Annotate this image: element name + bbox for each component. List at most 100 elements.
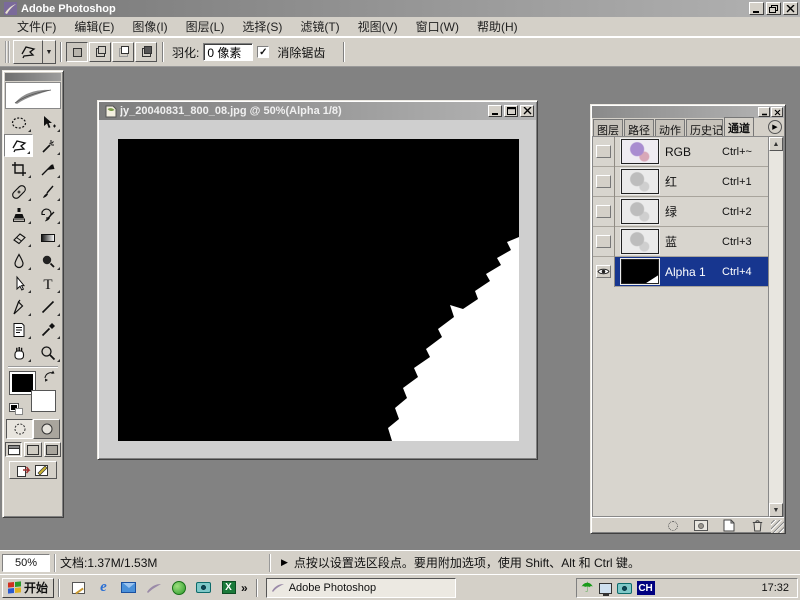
menu-filter[interactable]: 滤镜(T) [291,16,348,37]
save-selection-as-channel-button[interactable] [692,519,710,532]
tool-line[interactable] [33,295,62,318]
tool-clone-stamp[interactable] [4,203,33,226]
tool-gradient[interactable] [33,226,62,249]
scroll-down-button[interactable]: ▼ [769,503,783,517]
tab-actions[interactable]: 动作 [655,119,685,136]
quick-launch-more-button[interactable]: » [241,581,248,595]
palette-minimize-button[interactable] [758,107,770,117]
visibility-toggle[interactable] [593,197,615,227]
palette-close-button[interactable] [771,107,783,117]
new-channel-button[interactable] [720,519,738,532]
photoshop-task-button[interactable]: Adobe Photoshop [266,578,456,598]
tool-zoom[interactable] [33,341,62,364]
document-close-button[interactable] [520,105,534,117]
feather-input[interactable] [203,43,253,61]
start-button[interactable]: 开始 [2,578,54,598]
tool-type[interactable]: T [33,272,62,295]
jump-to-imageready-button[interactable] [9,461,57,479]
adobe-feather-logo[interactable] [5,82,61,109]
tool-hand[interactable] [4,341,33,364]
options-bar-grip[interactable] [5,41,10,63]
tab-paths[interactable]: 路径 [624,119,654,136]
internet-explorer-icon[interactable]: e [95,580,112,596]
antialias-checkbox[interactable]: ✓ [257,46,269,58]
tray-camera-icon[interactable] [617,583,632,594]
channel-row-blue[interactable]: 蓝 Ctrl+3 [593,227,768,257]
tab-channels[interactable]: 通道 [724,117,754,136]
document-minimize-button[interactable] [488,105,502,117]
tool-magic-wand[interactable] [33,134,62,157]
menu-view[interactable]: 视图(V) [349,16,407,37]
scroll-up-button[interactable]: ▲ [769,137,783,151]
add-selection-mode-button[interactable] [89,42,111,62]
zoom-level-field[interactable]: 50% [2,554,50,572]
menu-file[interactable]: 文件(F) [8,16,65,37]
menu-window[interactable]: 窗口(W) [407,16,468,37]
palette-title-bar[interactable] [592,106,784,118]
channel-row-green[interactable]: 绿 Ctrl+2 [593,197,768,227]
menu-layer[interactable]: 图层(L) [177,16,234,37]
media-player-icon[interactable] [170,580,187,596]
input-method-indicator[interactable]: CH [637,581,655,595]
document-maximize-button[interactable] [504,105,518,117]
background-color-swatch[interactable] [32,391,55,411]
tab-layers[interactable]: 图层 [593,119,623,136]
fullscreen-menubar-mode-button[interactable] [24,442,41,457]
tool-move[interactable] [33,111,62,134]
status-arrow-icon[interactable]: ▶ [281,557,288,568]
tool-healing-brush[interactable] [4,180,33,203]
channel-row-rgb[interactable]: RGB Ctrl+~ [593,137,768,167]
delete-channel-button[interactable] [748,519,766,532]
palette-resize-grip[interactable] [771,520,784,533]
menu-help[interactable]: 帮助(H) [468,16,527,37]
tool-pen[interactable] [4,295,33,318]
subtract-selection-mode-button[interactable] [112,42,134,62]
channel-row-red[interactable]: 红 Ctrl+1 [593,167,768,197]
tool-brush[interactable] [33,180,62,203]
tool-dodge[interactable] [33,249,62,272]
minimize-button[interactable] [749,2,764,15]
outlook-express-icon[interactable] [120,580,137,596]
menu-image[interactable]: 图像(I) [123,16,176,37]
tool-notes[interactable] [4,318,33,341]
document-title-bar[interactable]: jy_20040831_800_08.jpg @ 50%(Alpha 1/8) [99,102,536,120]
tool-eyedropper[interactable] [33,318,62,341]
swap-colors-icon[interactable] [43,370,56,382]
visibility-toggle[interactable] [593,167,615,197]
tool-path-selection[interactable] [4,272,33,295]
standard-mode-button[interactable] [6,419,33,439]
network-computer-icon[interactable] [599,583,612,594]
channel-row-alpha1[interactable]: Alpha 1 Ctrl+4 [593,257,768,287]
visibility-toggle[interactable] [593,137,615,167]
menu-select[interactable]: 选择(S) [233,16,291,37]
load-selection-button[interactable] [664,519,682,532]
active-tool-preview[interactable]: ▼ [13,40,56,64]
toolbox-drag-handle[interactable] [5,73,61,81]
palette-menu-button[interactable]: ▶ [768,120,782,134]
tool-eraser[interactable] [4,226,33,249]
tool-slice[interactable] [33,157,62,180]
menu-edit[interactable]: 编辑(E) [65,16,123,37]
tab-history[interactable]: 历史记 [686,119,723,136]
fullscreen-mode-button[interactable] [44,442,61,457]
standard-screen-mode-button[interactable] [5,442,22,457]
tool-history-brush[interactable] [33,203,62,226]
default-colors-icon[interactable] [10,404,24,416]
antivirus-umbrella-icon[interactable]: ☂ [581,581,594,595]
new-selection-mode-button[interactable] [66,42,88,62]
photoshop-quicklaunch-icon[interactable] [145,580,162,596]
close-button[interactable] [783,2,798,15]
palette-scrollbar[interactable]: ▲ ▼ [768,137,783,517]
taskbar-clock[interactable]: 17:32 [761,582,793,594]
canvas[interactable] [118,139,519,441]
quick-mask-mode-button[interactable] [33,419,60,439]
tool-blur[interactable] [4,249,33,272]
visibility-toggle[interactable] [593,227,615,257]
restore-button[interactable] [766,2,781,15]
show-desktop-icon[interactable] [70,580,87,596]
tool-preset-dropdown[interactable]: ▼ [43,40,56,64]
tool-elliptical-marquee[interactable] [4,111,33,134]
excel-icon[interactable]: X [220,580,237,596]
camera-tool-icon[interactable] [195,580,212,596]
visibility-toggle[interactable] [593,257,615,287]
